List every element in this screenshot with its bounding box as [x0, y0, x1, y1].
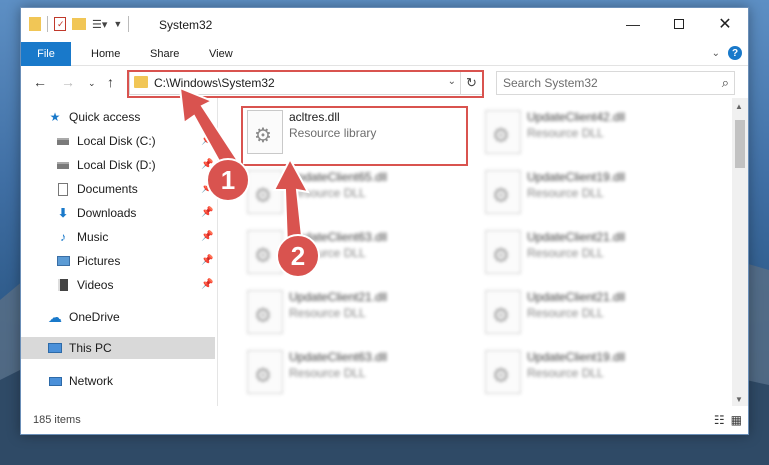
step-2-badge: 2 [276, 234, 320, 278]
annotation-arrows [178, 86, 310, 247]
step-1-badge: 1 [206, 158, 250, 202]
arrow-2 [272, 156, 310, 247]
